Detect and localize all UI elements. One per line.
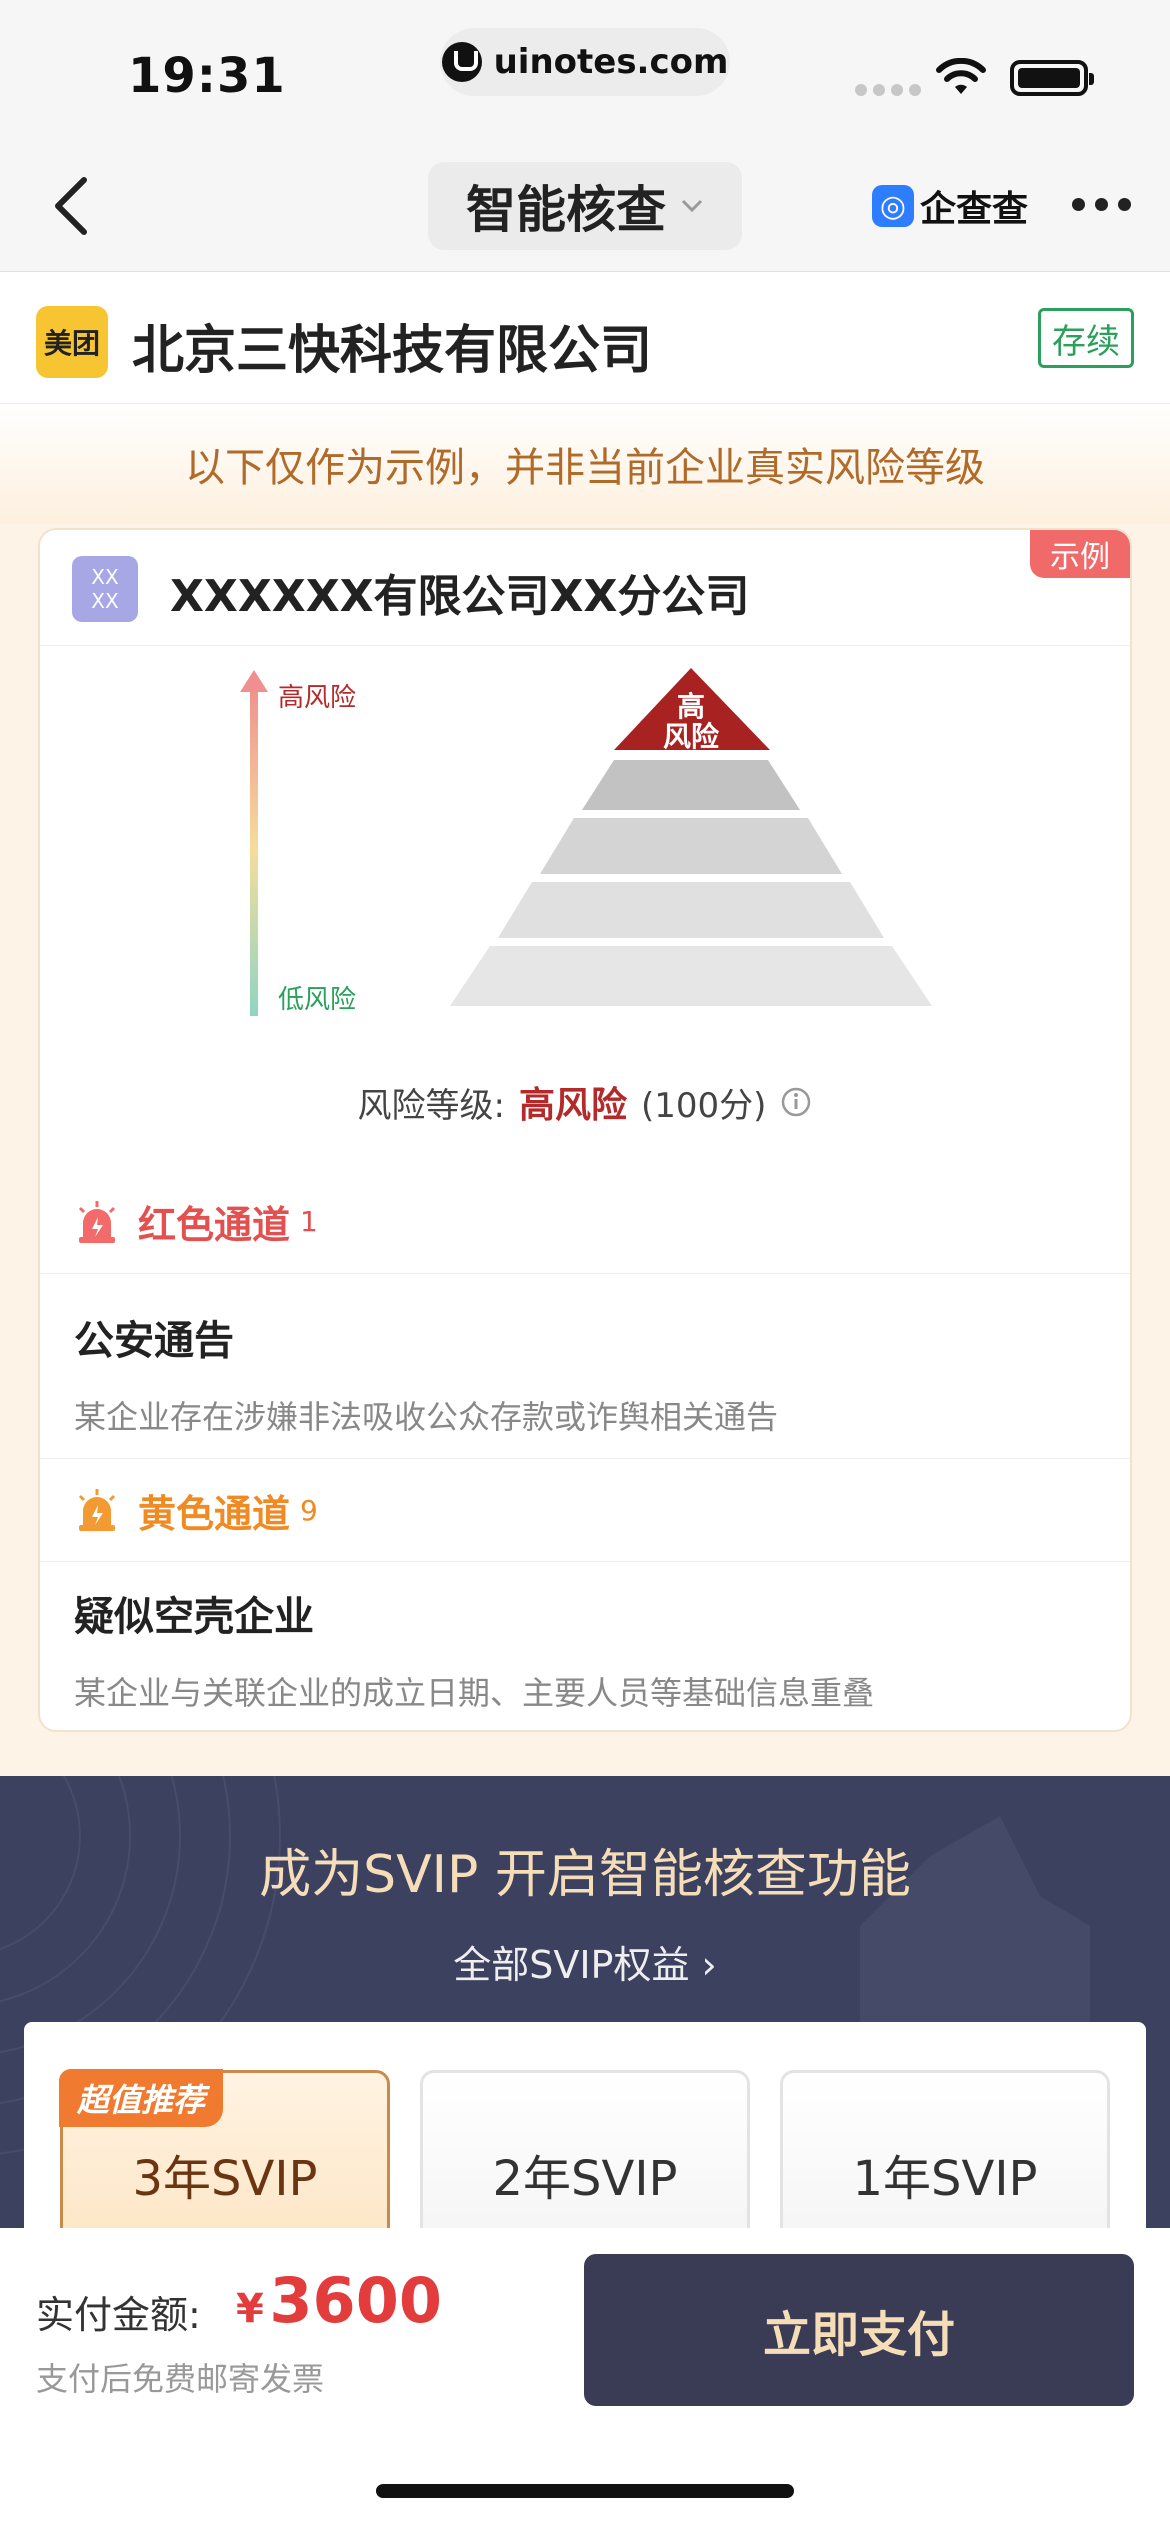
placeholder-company-logo: XX XX — [72, 556, 138, 622]
page-title-dropdown[interactable]: 智能核查 — [428, 162, 742, 250]
scale-low-label: 低风险 — [278, 985, 356, 1015]
risk-level-value: 高风险 — [519, 1085, 628, 1126]
plan-label: 2年SVIP — [492, 2151, 678, 2207]
url-pill[interactable]: uinotes.com — [440, 28, 730, 96]
plan-label: 3年SVIP — [132, 2151, 318, 2207]
red-item-title: 公安通告 — [74, 1318, 234, 1364]
scale-high-label: 高风险 — [278, 683, 356, 713]
pyramid-level-4 — [582, 760, 800, 810]
risk-level-label: 风险等级: — [357, 1085, 505, 1126]
status-time: 19:31 — [128, 48, 286, 104]
risk-pyramid-area: 高风险 低风险 高 风险 风险等级: 高风险 (100分) — [40, 646, 1130, 1166]
yellow-channel-header: 黄色通道 9 — [40, 1458, 1130, 1562]
nav-bar: 智能核查 ◎ 企查查 — [0, 140, 1170, 272]
plan-1-year[interactable]: 1年SVIP — [780, 2070, 1110, 2236]
cellular-signal-icon — [855, 84, 921, 96]
back-icon[interactable] — [44, 174, 104, 238]
red-item-desc: 某企业存在涉嫌非法吸收公众存款或诈舆相关通告 — [74, 1398, 779, 1436]
pay-amount-label: 实付金额: — [36, 2293, 201, 2337]
yellow-item-desc: 某企业与关联企业的成立日期、主要人员等基础信息重叠 — [74, 1674, 875, 1712]
red-channel-header: 红色通道 1 — [40, 1170, 1130, 1274]
pyramid-level-1 — [450, 946, 932, 1006]
svip-promo-section: 成为SVIP 开启智能核查功能 全部SVIP权益 › 超值推荐 3年SVIP 2… — [0, 1776, 1170, 2236]
plan-label: 1年SVIP — [852, 2151, 1038, 2207]
company-name: 北京三快科技有限公司 — [132, 321, 653, 381]
risk-score: (100分) — [641, 1085, 767, 1126]
plan-2-year[interactable]: 2年SVIP — [420, 2070, 750, 2236]
example-notice: 以下仅作为示例，并非当前企业真实风险等级 — [0, 404, 1170, 524]
home-indicator[interactable] — [376, 2484, 794, 2498]
pyramid-level-2 — [498, 882, 884, 938]
red-channel-item[interactable]: 公安通告 某企业存在涉嫌非法吸收公众存款或诈舆相关通告 — [74, 1308, 1094, 1438]
pyramid-top-line2: 风险 — [663, 720, 720, 753]
alarm-icon — [78, 1489, 116, 1531]
company-status-badge: 存续 — [1038, 308, 1134, 368]
company-logo: 美团 — [36, 306, 108, 378]
wifi-icon — [936, 58, 986, 94]
example-company-name: XXXXXX有限公司XX分公司 — [170, 571, 750, 622]
company-header: 美团 北京三快科技有限公司 存续 — [0, 272, 1170, 404]
yellow-channel-label: 黄色通道 — [138, 1491, 291, 1536]
more-options-icon[interactable] — [1072, 198, 1131, 211]
red-channel-count: 1 — [300, 1205, 318, 1238]
info-icon[interactable] — [780, 1086, 812, 1118]
red-channel-label: 红色通道 — [138, 1203, 291, 1247]
example-risk-card: 示例 XX XX XXXXXX有限公司XX分公司 高风险 低风险 高 风险 风险… — [38, 528, 1132, 1732]
plan-selector: 超值推荐 3年SVIP 2年SVIP 1年SVIP — [24, 2022, 1146, 2236]
risk-level-row: 风险等级: 高风险 (100分) — [40, 1076, 1130, 1128]
pay-now-button[interactable]: 立即支付 — [584, 2254, 1134, 2406]
alarm-icon — [78, 1200, 116, 1243]
pay-amount: ¥ 3600 — [236, 2264, 442, 2337]
pay-amount-value: 3600 — [269, 2264, 442, 2337]
recommended-badge: 超值推荐 — [59, 2069, 224, 2127]
invoice-note: 支付后免费邮寄发票 — [36, 2360, 325, 2398]
pyramid-top-line1: 高 — [677, 690, 705, 723]
page-title: 智能核查 — [466, 181, 666, 239]
card-header: XX XX XXXXXX有限公司XX分公司 — [40, 530, 1130, 646]
brand-logo[interactable]: ◎ 企查查 — [872, 180, 1028, 232]
risk-scale-arrow — [240, 670, 268, 692]
site-logo-icon — [441, 42, 482, 82]
qichacha-icon: ◎ — [872, 185, 914, 227]
yellow-item-title: 疑似空壳企业 — [74, 1594, 314, 1640]
chevron-down-icon — [681, 199, 703, 213]
plan-3-year[interactable]: 超值推荐 3年SVIP — [59, 2069, 390, 2236]
battery-icon — [1010, 60, 1094, 96]
brand-name: 企查查 — [920, 189, 1029, 230]
url-text: uinotes.com — [493, 42, 729, 82]
promo-title: 成为SVIP 开启智能核查功能 — [259, 1845, 911, 1905]
pyramid-level-3 — [540, 818, 842, 874]
svip-benefits-link[interactable]: 全部SVIP权益 › — [0, 1934, 1170, 1989]
yellow-channel-item[interactable]: 疑似空壳企业 某企业与关联企业的成立日期、主要人员等基础信息重叠 — [74, 1584, 1094, 1714]
status-bar: 19:31 uinotes.com — [0, 0, 1170, 140]
risk-pyramid-graphic: 高风险 低风险 高 风险 — [240, 668, 932, 1016]
yellow-channel-count: 9 — [300, 1493, 318, 1527]
risk-scale-bar — [250, 682, 258, 1016]
currency-symbol: ¥ — [236, 2286, 264, 2332]
